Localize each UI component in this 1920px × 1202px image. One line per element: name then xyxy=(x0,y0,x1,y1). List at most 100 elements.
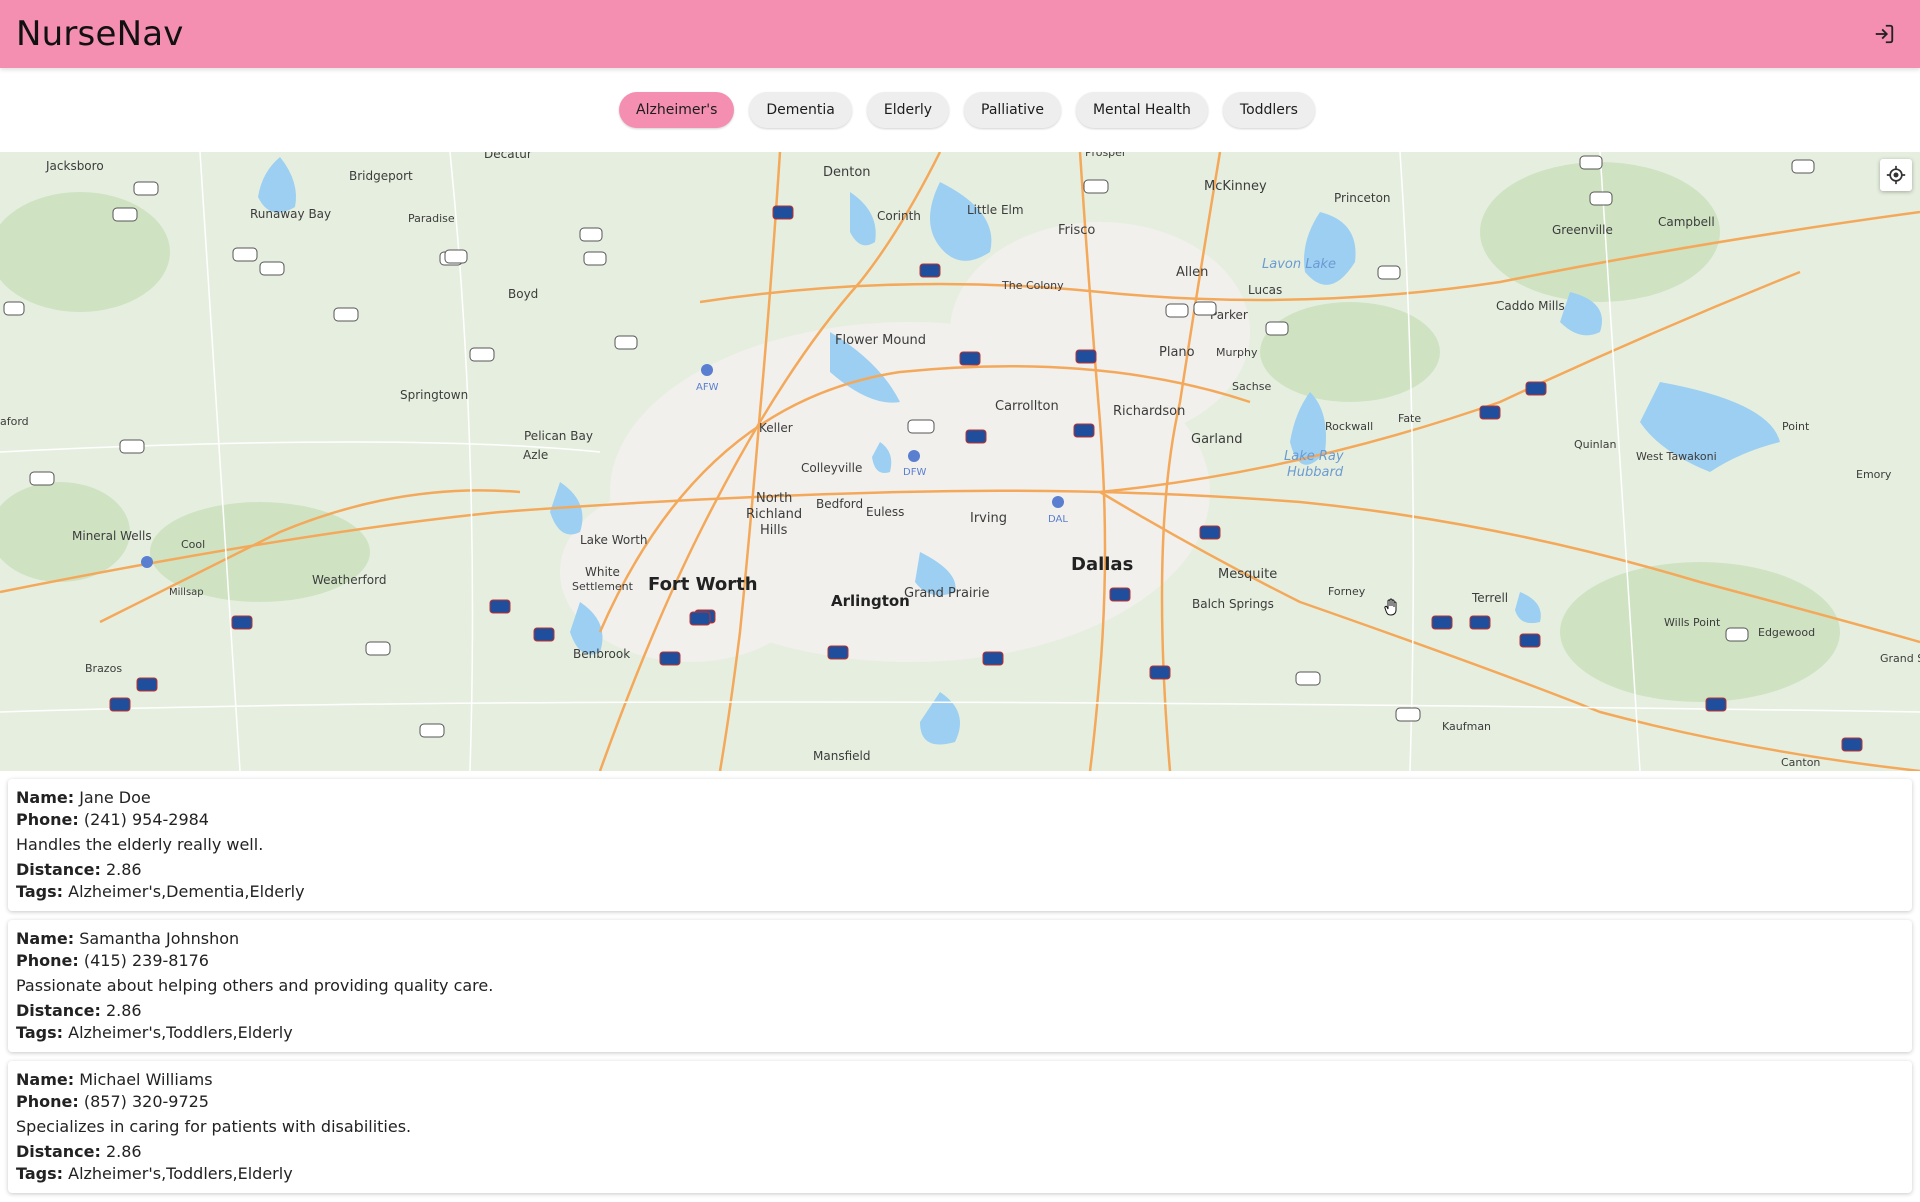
filter-chip-palliative[interactable]: Palliative xyxy=(964,92,1061,128)
nurse-phone: (857) 320-9725 xyxy=(83,1092,209,1111)
map-label: Prosper xyxy=(1085,152,1127,159)
distance-label: Distance: xyxy=(16,1001,101,1020)
map-label: Jacksboro xyxy=(45,159,104,173)
map-label: Boyd xyxy=(508,287,538,301)
map-label: Quinlan xyxy=(1574,438,1616,451)
map-label: Wills Point xyxy=(1664,616,1721,629)
phone-label: Phone: xyxy=(16,1092,79,1111)
map-label: DAL xyxy=(1048,514,1068,525)
nurse-description: Specializes in caring for patients with … xyxy=(16,1117,412,1136)
nurse-name: Michael Williams xyxy=(79,1070,213,1089)
map-label: Runaway Bay xyxy=(250,207,331,221)
nurse-card[interactable]: Name: Samantha Johnshon Phone: (415) 239… xyxy=(8,920,1912,1052)
nurse-phone-row: Phone: (415) 239-8176 xyxy=(16,950,1904,972)
nurse-phone: (241) 954-2984 xyxy=(83,810,209,829)
map-label: Hubbard xyxy=(1287,465,1344,480)
nurse-card[interactable]: Name: Michael Williams Phone: (857) 320-… xyxy=(8,1061,1912,1193)
nurse-distance-row: Distance: 2.86 xyxy=(16,1000,1904,1022)
nurse-phone: (415) 239-8176 xyxy=(83,951,209,970)
nurse-tags-row: Tags: Alzheimer's,Toddlers,Elderly xyxy=(16,1163,1904,1185)
map-label: Campbell xyxy=(1658,215,1715,229)
map-label: Grand Prairie xyxy=(904,586,990,601)
map-label: Mansfield xyxy=(813,749,870,763)
login-button[interactable] xyxy=(1864,14,1904,54)
distance-label: Distance: xyxy=(16,860,101,879)
phone-label: Phone: xyxy=(16,951,79,970)
map-label: Fort Worth xyxy=(648,574,758,595)
map-label: Brazos xyxy=(85,662,122,675)
filter-chip-mental-health[interactable]: Mental Health xyxy=(1075,92,1208,128)
map-label: McKinney xyxy=(1204,179,1267,194)
phone-label: Phone: xyxy=(16,810,79,829)
nurse-name-row: Name: Michael Williams xyxy=(16,1069,1904,1091)
locate-me-button[interactable] xyxy=(1880,159,1912,191)
map-label: Lake Worth xyxy=(580,533,648,547)
nurse-distance: 2.86 xyxy=(105,860,142,879)
map-label: West Tawakoni xyxy=(1636,450,1717,463)
map-label: Corinth xyxy=(877,209,921,223)
tags-label: Tags: xyxy=(16,1164,64,1183)
map-label: Point xyxy=(1782,420,1810,433)
map-label: Mesquite xyxy=(1218,567,1277,582)
map-label: Flower Mound xyxy=(835,333,926,348)
nurse-distance: 2.86 xyxy=(105,1001,142,1020)
map-label: AFW xyxy=(696,382,719,393)
nurse-name-row: Name: Samantha Johnshon xyxy=(16,928,1904,950)
map-label: Cool xyxy=(181,538,205,551)
nurse-description: Handles the elderly really well. xyxy=(16,835,264,854)
map-label: Decatur xyxy=(484,152,532,161)
map-label: Terrell xyxy=(1471,591,1508,605)
map-label: Hills xyxy=(760,523,788,538)
map-label: Bridgeport xyxy=(349,169,413,183)
map-label: Benbrook xyxy=(573,647,630,661)
map-label: Balch Springs xyxy=(1192,597,1274,611)
name-label: Name: xyxy=(16,929,75,948)
filter-chip-toddlers[interactable]: Toddlers xyxy=(1222,92,1315,128)
nurse-name: Samantha Johnshon xyxy=(79,929,240,948)
map-label: Emory xyxy=(1856,468,1892,481)
nurse-name: Jane Doe xyxy=(79,788,151,807)
my-location-icon xyxy=(1886,165,1906,185)
map-label: Carrollton xyxy=(995,399,1059,414)
map-label: Caddo Mills xyxy=(1496,299,1565,313)
map-label: Allen xyxy=(1176,265,1208,280)
filter-chip-dementia[interactable]: Dementia xyxy=(749,92,852,128)
map-label: Irving xyxy=(970,511,1007,526)
map-label: Keller xyxy=(759,421,793,435)
nurse-card[interactable]: Name: Jane Doe Phone: (241) 954-2984 Han… xyxy=(8,779,1912,911)
nurse-phone-row: Phone: (857) 320-9725 xyxy=(16,1091,1904,1113)
filter-chip-alzheimers[interactable]: Alzheimer's xyxy=(619,92,735,128)
name-label: Name: xyxy=(16,1070,75,1089)
nurse-tags: Alzheimer's,Toddlers,Elderly xyxy=(68,1023,293,1042)
map-label: Lucas xyxy=(1248,283,1282,297)
filter-chip-elderly[interactable]: Elderly xyxy=(866,92,950,128)
map-label: Fate xyxy=(1398,412,1421,425)
app-bar: NurseNav xyxy=(0,0,1920,68)
map-label: The Colony xyxy=(1001,279,1064,292)
map-label: Little Elm xyxy=(967,203,1024,217)
app-title: NurseNav xyxy=(16,14,184,54)
map-label: Plano xyxy=(1159,345,1195,360)
nurse-phone-row: Phone: (241) 954-2984 xyxy=(16,809,1904,831)
login-icon xyxy=(1875,24,1894,44)
map-label: Lavon Lake xyxy=(1262,257,1336,272)
map-label: North xyxy=(756,491,792,506)
filter-chip-bar: Alzheimer's Dementia Elderly Palliative … xyxy=(0,68,1920,152)
nurse-tags-row: Tags: Alzheimer's,Toddlers,Elderly xyxy=(16,1022,1904,1044)
nurse-tags: Alzheimer's,Toddlers,Elderly xyxy=(68,1164,293,1183)
map-label: Richland xyxy=(746,507,802,522)
map-label: Dallas xyxy=(1071,554,1133,575)
map-label: Princeton xyxy=(1334,191,1391,205)
nurse-description: Passionate about helping others and prov… xyxy=(16,976,494,995)
map[interactable]: Jacksboro Decatur Denton McKinney Prince… xyxy=(0,152,1920,771)
map-label: Murphy xyxy=(1216,346,1258,359)
map-label: Euless xyxy=(866,505,904,519)
map-label: Kaufman xyxy=(1442,720,1491,733)
map-label: Arlington xyxy=(831,592,910,610)
map-label: Garland xyxy=(1191,432,1242,447)
map-label: Greenville xyxy=(1552,223,1613,237)
tags-label: Tags: xyxy=(16,882,64,901)
map-label: Canton xyxy=(1781,756,1820,769)
map-label: Frisco xyxy=(1058,223,1095,238)
map-canvas[interactable]: Jacksboro Decatur Denton McKinney Prince… xyxy=(0,152,1920,771)
